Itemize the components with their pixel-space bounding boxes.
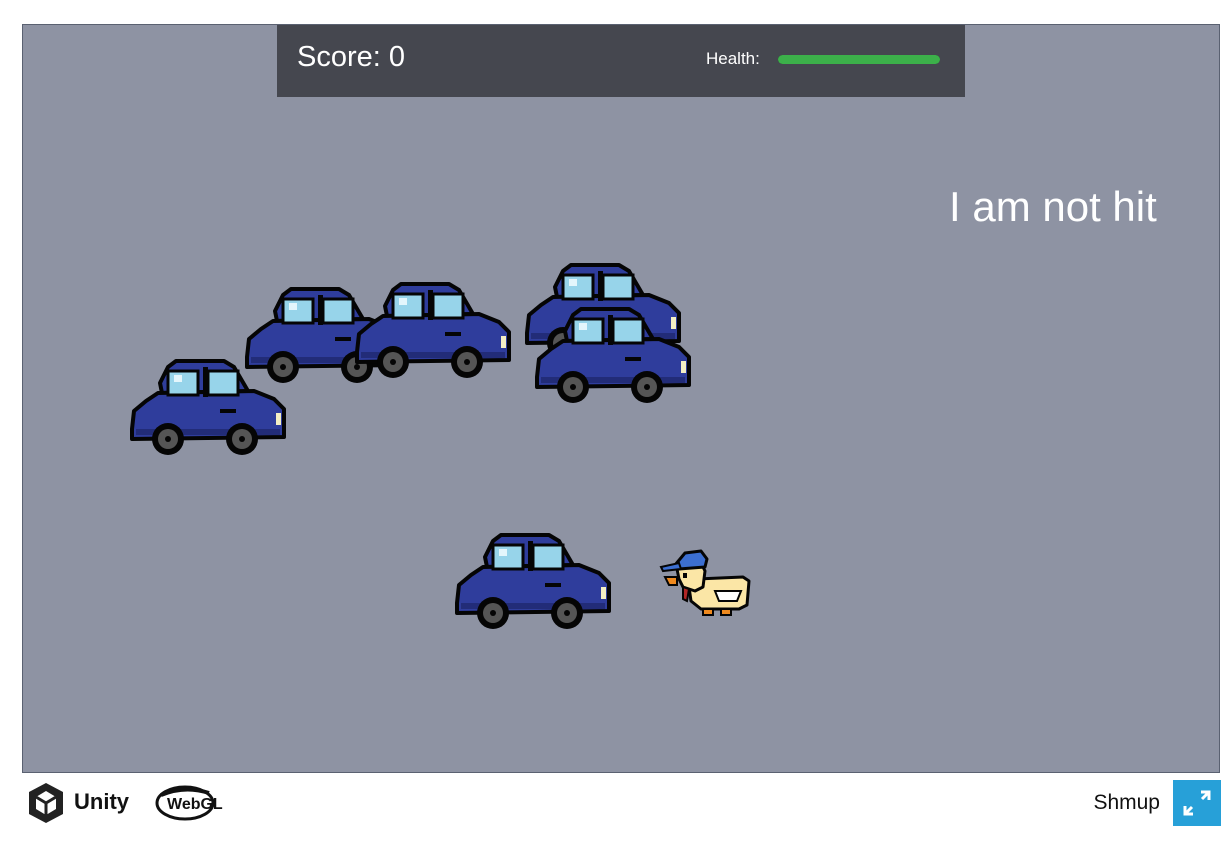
game-canvas[interactable]: Score: 0 Health: I am not hit (22, 24, 1220, 773)
score-label: Score: 0 (297, 41, 405, 73)
health-label: Health: (706, 49, 760, 68)
player-duck (659, 547, 753, 623)
enemy-car (349, 276, 513, 386)
unity-cube-icon (29, 783, 63, 823)
fullscreen-button[interactable] (1173, 780, 1221, 826)
enemy-car (449, 527, 613, 637)
unity-wordmark: Unity (74, 789, 129, 814)
game-title: Shmup (1093, 791, 1160, 814)
health-bar (778, 55, 940, 64)
webgl-footer: Unity WebGL Shmup (0, 773, 1232, 853)
webgl-logo: WebGL (155, 785, 223, 821)
webgl-player-page: Score: 0 Health: I am not hit Unity WebG… (0, 0, 1232, 853)
enemy-car (529, 301, 693, 411)
hit-status-text: I am not hit (949, 183, 1157, 230)
hud-bar: Score: 0 Health: (277, 25, 965, 97)
webgl-wordmark: WebGL (167, 796, 223, 813)
fullscreen-expand-icon (1183, 790, 1211, 816)
health-bar-fill (778, 55, 940, 64)
